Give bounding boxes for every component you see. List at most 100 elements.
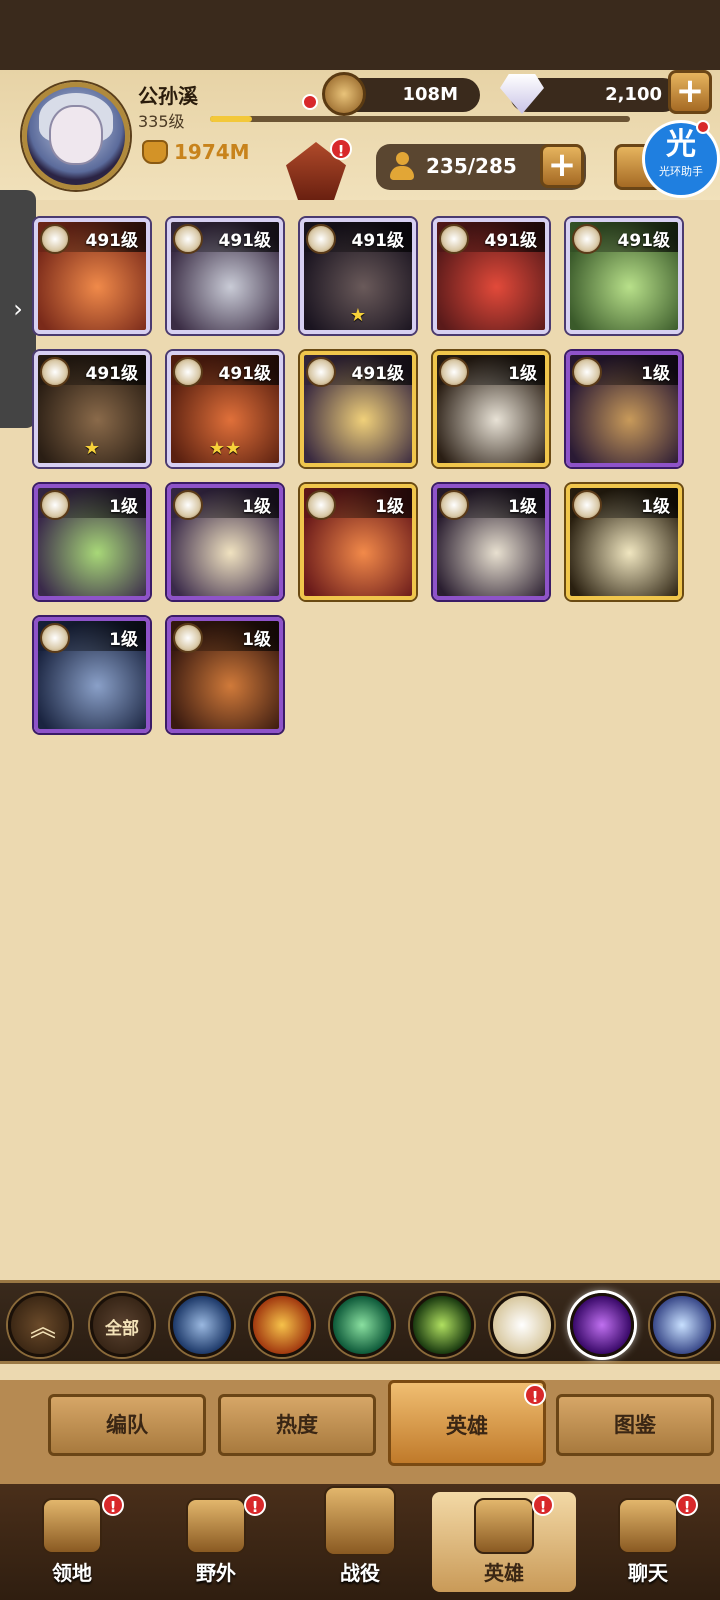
hero-level: 491级: [484, 231, 538, 251]
celestial-icon: [40, 224, 70, 254]
hero-level: 1级: [375, 497, 404, 517]
scroll-map-icon: [186, 1498, 246, 1554]
hero-level: 1级: [242, 497, 271, 517]
hero-level: 491级: [218, 231, 272, 251]
tab-heroes-badge: !: [524, 1384, 546, 1406]
hypogean-icon[interactable]: [570, 1293, 634, 1357]
hero-capacity-value: 235/285: [426, 154, 517, 178]
celestial-icon: [306, 224, 336, 254]
xp-bar: [210, 116, 630, 122]
gold-compass-icon[interactable]: [322, 72, 366, 116]
hero-card[interactable]: 1级: [300, 484, 416, 600]
tab-codex[interactable]: 图鉴: [556, 1394, 714, 1456]
tab-heroes[interactable]: 英雄: [388, 1380, 546, 1466]
halo-helper-button[interactable]: 光 光环助手: [642, 120, 720, 198]
power-value: 1974M: [174, 140, 250, 164]
hero-level: 491级: [351, 364, 405, 384]
celestial-icon: [173, 357, 203, 387]
formation-alert-badge: !: [330, 138, 352, 160]
celestial-icon: [306, 357, 336, 387]
collapse-button[interactable]: ︽: [8, 1293, 72, 1357]
hero-stars: ★: [83, 438, 101, 459]
hero-stars: ★: [349, 305, 367, 326]
lightbearer-icon[interactable]: [170, 1293, 234, 1357]
castle-icon: [42, 1498, 102, 1554]
hero-sub-tabs: 编队 热度 英雄 ! 图鉴: [0, 1380, 720, 1484]
wilder-icon[interactable]: [330, 1293, 394, 1357]
hero-card[interactable]: 1级: [433, 351, 549, 467]
celestial-icon: [306, 490, 336, 520]
hero-level: 491级: [85, 231, 139, 251]
status-bar: [0, 0, 720, 70]
chat-bubble-icon: [618, 1498, 678, 1554]
hero-card[interactable]: 491级: [167, 218, 283, 334]
hero-level: 1级: [641, 364, 670, 384]
tab-popularity[interactable]: 热度: [218, 1394, 376, 1456]
double-chevron-up-icon: ︽: [29, 1313, 56, 1343]
hero-card[interactable]: 1级: [433, 484, 549, 600]
faction-filter-bar: ︽ 全部: [0, 1280, 720, 1364]
nav-chat[interactable]: 聊天: [576, 1492, 720, 1592]
nav-heroes-badge: !: [532, 1494, 554, 1516]
tab-formation[interactable]: 编队: [48, 1394, 206, 1456]
hero-level: 1级: [508, 497, 537, 517]
nav-territory-badge: !: [102, 1494, 124, 1516]
helper-notification-dot: [696, 120, 710, 134]
hero-level: 491级: [85, 364, 139, 384]
notification-dot: [302, 94, 318, 110]
celestial-icon[interactable]: [490, 1293, 554, 1357]
hero-level: 1级: [242, 630, 271, 650]
hero-card[interactable]: 1级: [566, 484, 682, 600]
graveborn-icon[interactable]: [410, 1293, 474, 1357]
hero-card[interactable]: 491级: [34, 218, 150, 334]
nav-chat-label: 聊天: [628, 1561, 668, 1585]
person-icon: [388, 152, 416, 182]
player-header: 公孙溪 335级 1974M 108M 2,100 + ! 235/285 +: [0, 70, 720, 200]
nav-chat-badge: !: [676, 1494, 698, 1516]
hero-card[interactable]: 1级: [167, 484, 283, 600]
nav-wild[interactable]: 野外: [144, 1492, 288, 1592]
sword-shield-icon: [324, 1486, 396, 1556]
helmet-icon: [474, 1498, 534, 1554]
nav-campaign-label: 战役: [340, 1561, 380, 1585]
hero-card[interactable]: 1级: [34, 617, 150, 733]
hero-card[interactable]: 491级 ★: [300, 218, 416, 334]
celestial-icon: [439, 490, 469, 520]
hero-card[interactable]: 1级: [566, 351, 682, 467]
faction-filter-all-label: 全部: [105, 1319, 139, 1339]
celestial-icon: [572, 357, 602, 387]
celestial-icon: [173, 490, 203, 520]
add-hero-slots-button[interactable]: +: [540, 144, 584, 188]
celestial-icon: [173, 224, 203, 254]
fist-icon: [142, 140, 168, 164]
player-avatar[interactable]: [22, 82, 130, 190]
nav-heroes-label: 英雄: [484, 1561, 524, 1585]
hero-card[interactable]: 1级: [34, 484, 150, 600]
hero-level: 1级: [109, 630, 138, 650]
hero-card[interactable]: 491级 ★★: [167, 351, 283, 467]
nav-campaign[interactable]: 战役: [288, 1486, 432, 1592]
hero-card[interactable]: 491级: [566, 218, 682, 334]
mauler-icon[interactable]: [250, 1293, 314, 1357]
celestial-icon: [439, 357, 469, 387]
dimensional-icon[interactable]: [650, 1293, 714, 1357]
celestial-icon: [40, 623, 70, 653]
add-gems-button[interactable]: +: [668, 70, 712, 114]
nav-wild-badge: !: [244, 1494, 266, 1516]
avatar-face: [49, 105, 103, 165]
celestial-icon: [173, 623, 203, 653]
hero-card[interactable]: 491级: [300, 351, 416, 467]
faction-filter-all[interactable]: 全部: [90, 1293, 154, 1357]
halo-helper-label: 光环助手: [659, 165, 703, 178]
celestial-icon: [439, 224, 469, 254]
hero-card[interactable]: 1级: [167, 617, 283, 733]
power-display: 1974M: [142, 140, 250, 164]
hero-card[interactable]: 491级 ★: [34, 351, 150, 467]
hero-card[interactable]: 491级: [433, 218, 549, 334]
gold-value: 108M: [402, 84, 459, 105]
hero-level: 1级: [641, 497, 670, 517]
player-level: 335级: [138, 112, 185, 131]
side-drawer-tab[interactable]: ›: [0, 190, 36, 428]
nav-heroes[interactable]: 英雄: [432, 1492, 576, 1592]
celestial-icon: [572, 490, 602, 520]
